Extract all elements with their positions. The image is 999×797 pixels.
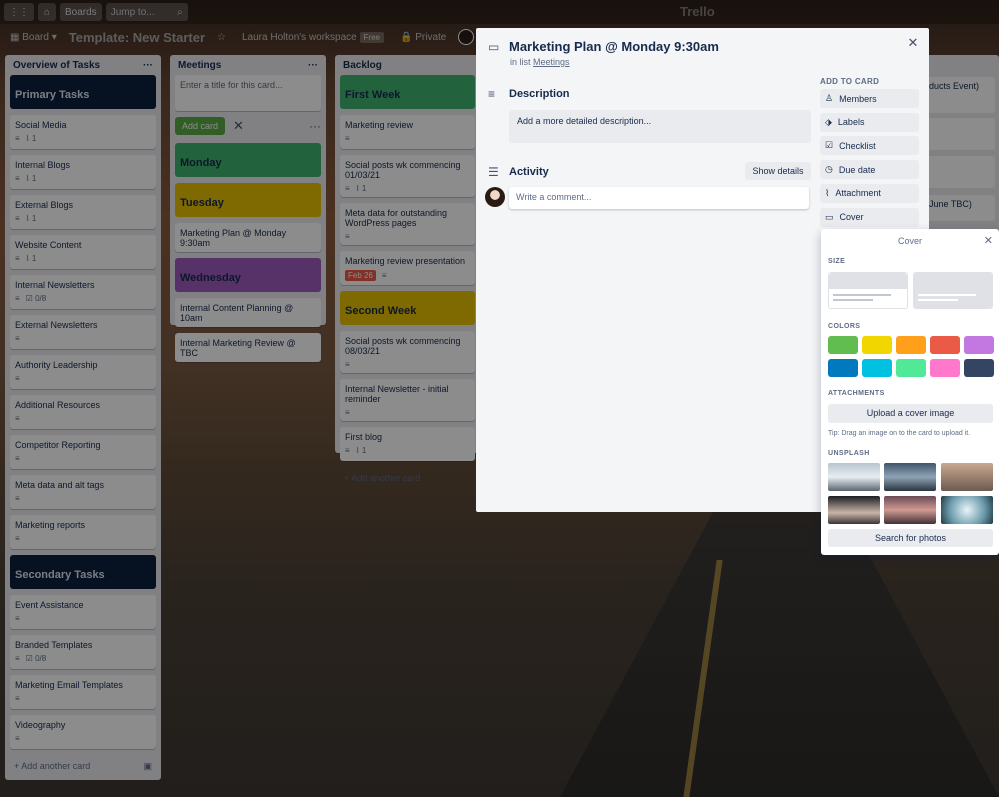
cover-popover: Cover ✕ SIZE COLORS ATTACHMENTS Upload a…	[821, 229, 999, 555]
clock-icon: ◷	[825, 164, 833, 175]
description-placeholder: Add a more detailed description...	[517, 116, 652, 126]
add-to-card-heading: ADD TO CARD	[820, 77, 880, 86]
description-icon: ≡	[488, 87, 496, 101]
sidebar-item-labels[interactable]: ⬗ Labels	[820, 112, 919, 132]
color-swatch[interactable]	[896, 336, 926, 354]
sidebar-item-label: Cover	[839, 212, 864, 222]
sidebar-item-due-date[interactable]: ◷ Due date	[820, 160, 919, 180]
card-list-info: in list Meetings	[510, 57, 570, 67]
size-heading: SIZE	[828, 258, 846, 265]
list-link[interactable]: Meetings	[533, 57, 570, 67]
unsplash-heading: UNSPLASH	[828, 450, 870, 457]
color-swatch[interactable]	[964, 359, 994, 377]
color-swatch[interactable]	[964, 336, 994, 354]
upload-cover-button[interactable]: Upload a cover image	[828, 404, 993, 423]
size-option-full[interactable]	[913, 272, 993, 309]
attachments-heading: ATTACHMENTS	[828, 390, 885, 397]
checklist-icon: ☑	[825, 140, 834, 151]
cover-icon: ▭	[825, 211, 834, 222]
colors-heading: COLORS	[828, 323, 861, 330]
color-swatch[interactable]	[828, 336, 858, 354]
comment-input[interactable]: Write a comment...	[509, 187, 809, 209]
sidebar-item-label: Checklist	[839, 140, 876, 151]
upload-tip: Tip: Drag an image on to the card to upl…	[828, 430, 971, 437]
close-icon[interactable]: ✕	[905, 35, 921, 51]
label-icon: ⬗	[825, 116, 832, 127]
sidebar-item-label: Attachment	[835, 188, 881, 199]
unsplash-photo[interactable]	[828, 463, 880, 491]
show-details-button[interactable]: Show details	[745, 162, 811, 180]
sidebar-item-cover[interactable]: ▭ Cover	[820, 207, 919, 227]
sidebar-item-checklist[interactable]: ☑ Checklist	[820, 136, 919, 156]
paperclip-icon: ⌇	[825, 187, 830, 198]
sidebar-item-attachment[interactable]: ⌇ Attachment	[820, 183, 919, 203]
popover-title: Cover	[897, 236, 922, 246]
unsplash-photo[interactable]	[828, 496, 880, 524]
close-icon[interactable]: ✕	[984, 234, 993, 247]
description-field[interactable]: Add a more detailed description...	[509, 110, 811, 143]
sidebar-item-label: Members	[839, 93, 877, 104]
in-list-label: in list	[510, 57, 531, 67]
person-icon: ♙	[825, 93, 834, 103]
unsplash-photo[interactable]	[941, 496, 993, 524]
sidebar-item-members[interactable]: ♙ Members	[820, 89, 919, 108]
search-photos-button[interactable]: Search for photos	[828, 529, 993, 547]
color-swatch[interactable]	[930, 336, 960, 354]
activity-heading: Activity	[509, 166, 549, 178]
avatar	[485, 187, 505, 207]
activity-icon: ☰	[488, 165, 499, 179]
color-swatch[interactable]	[862, 359, 892, 377]
unsplash-photo[interactable]	[884, 496, 936, 524]
color-swatch[interactable]	[896, 359, 926, 377]
unsplash-photo[interactable]	[884, 463, 936, 491]
size-option-header[interactable]	[828, 272, 908, 309]
unsplash-photo[interactable]	[941, 463, 993, 491]
sidebar-item-label: Due date	[838, 164, 876, 175]
card-icon: ▭	[488, 40, 500, 54]
color-swatch[interactable]	[828, 359, 858, 377]
description-heading: Description	[509, 88, 570, 100]
sidebar-item-label: Labels	[837, 117, 865, 128]
color-swatch[interactable]	[862, 336, 892, 354]
card-title[interactable]: Marketing Plan @ Monday 9:30am	[509, 39, 719, 54]
comment-placeholder: Write a comment...	[516, 192, 592, 202]
color-swatch[interactable]	[930, 359, 960, 377]
